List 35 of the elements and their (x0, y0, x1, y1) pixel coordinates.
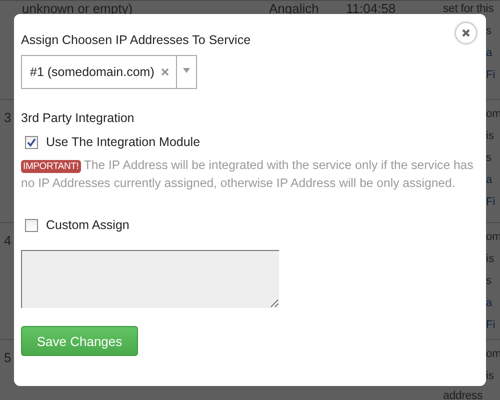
table-link[interactable]: Fi (486, 194, 496, 210)
close-icon (461, 28, 471, 38)
table-cell-text: is (486, 252, 494, 267)
table-cell: Angalich (269, 1, 319, 16)
table-link[interactable]: Fi (486, 67, 496, 83)
clear-icon[interactable] (161, 68, 169, 76)
table-cell-text: address (443, 389, 484, 400)
service-select[interactable]: #1 (somedomain.com) (21, 55, 197, 89)
caret-icon (183, 68, 190, 73)
table-cell-text: is (486, 129, 494, 144)
table-cell-text: s (486, 151, 492, 166)
notice-text: IMPORTANT! The IP Address will be integrated with the service only if the service has no IP Addresses currently assigned, otherwise IP Address will be only assigned. (21, 157, 474, 191)
close-button[interactable] (455, 22, 477, 44)
important-badge: IMPORTANT! (21, 160, 81, 173)
table-link[interactable]: a (486, 172, 492, 188)
checkbox[interactable] (25, 218, 38, 232)
table-cell: 11:04:58 (346, 1, 396, 16)
checkbox-label[interactable]: Use The Integration Module (46, 135, 200, 149)
text-area[interactable] (21, 250, 279, 308)
row-number: 3 (4, 110, 12, 125)
table-link[interactable]: a (486, 295, 492, 311)
row-number: 4 (4, 233, 12, 248)
table-link[interactable]: Fi (486, 317, 496, 333)
save-button[interactable]: Save Changes (21, 326, 138, 356)
row-number: 5 (4, 350, 12, 365)
section-heading: 3rd Party Integration (21, 111, 136, 125)
table-cell-text: set for this (443, 2, 495, 17)
table-link[interactable]: a (486, 45, 492, 61)
table-cell-text: s (486, 274, 492, 289)
table-cell-text: is (486, 369, 494, 384)
checkbox[interactable] (25, 136, 38, 148)
dialog-title: Assign Choosen IP Addresses To Service (21, 33, 252, 47)
table-cell-text: s (486, 24, 492, 39)
table-cell: unknown or empty) (22, 1, 133, 16)
checkbox-label[interactable]: Custom Assign (46, 218, 130, 232)
